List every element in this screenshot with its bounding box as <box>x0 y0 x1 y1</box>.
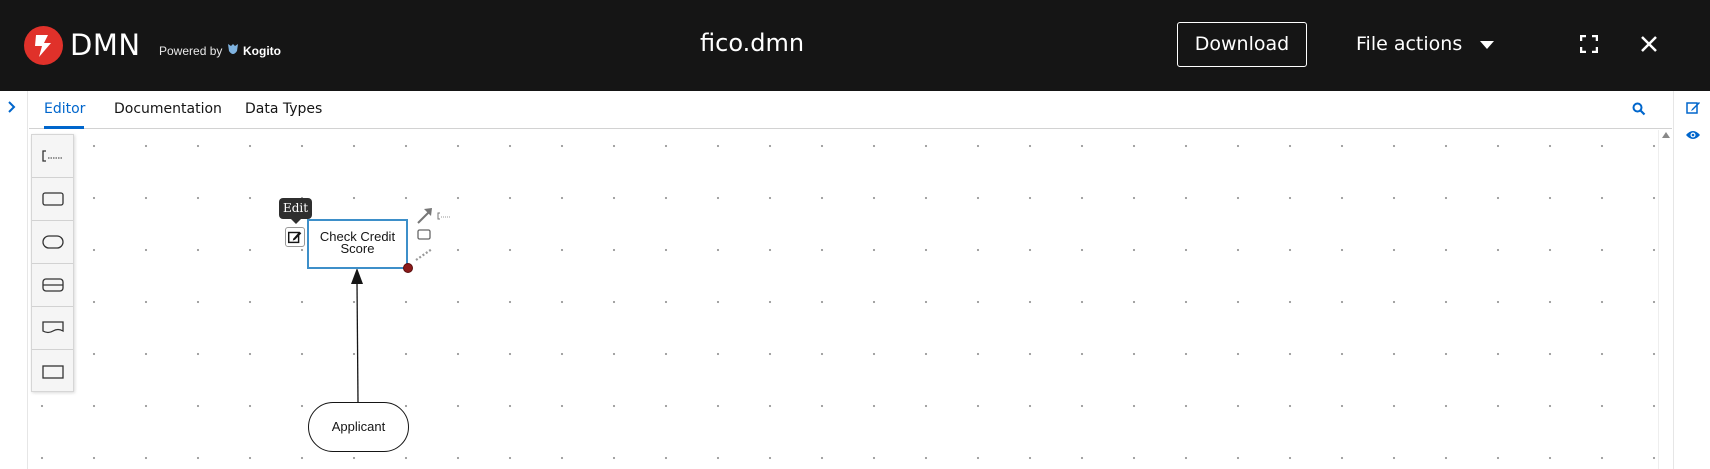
palette-text-annotation[interactable] <box>32 135 73 178</box>
decision-icon[interactable] <box>417 229 431 240</box>
shape-palette <box>31 134 74 392</box>
powered-by-text: Powered by <box>159 44 223 58</box>
input-data-node-applicant[interactable]: Applicant <box>308 402 409 452</box>
node-toolbox <box>415 208 451 261</box>
connect-arrow-icon[interactable] <box>417 208 432 224</box>
tab-documentation[interactable]: Documentation <box>114 101 222 117</box>
palette-business-knowledge-model[interactable] <box>32 264 73 307</box>
palette-input-data[interactable] <box>32 221 73 264</box>
file-actions-dropdown[interactable]: File actions <box>1356 33 1462 55</box>
properties-edit-icon[interactable] <box>1686 100 1701 115</box>
text-annotation-icon[interactable] <box>437 212 451 220</box>
decision-node-check-credit-score[interactable]: Check Credit Score <box>307 219 408 269</box>
search-icon[interactable] <box>1632 102 1646 116</box>
decision-label-line2: Score <box>340 241 375 256</box>
diagram-canvas[interactable] <box>29 130 1658 469</box>
close-icon[interactable] <box>1640 35 1658 53</box>
download-button[interactable]: Download <box>1177 22 1307 67</box>
edit-node-icon[interactable] <box>285 227 305 247</box>
text-annotation-icon <box>41 150 63 162</box>
preview-eye-icon[interactable] <box>1685 129 1701 141</box>
scroll-up-arrow-icon[interactable] <box>1662 132 1670 138</box>
chevron-right-icon[interactable] <box>7 101 17 113</box>
chevron-down-icon[interactable] <box>1480 41 1494 49</box>
vertical-scrollbar[interactable] <box>1658 130 1672 469</box>
fullscreen-icon[interactable] <box>1580 35 1598 53</box>
business-knowledge-model-icon <box>41 278 64 292</box>
decision-icon <box>41 192 64 206</box>
tab-editor[interactable]: Editor <box>44 101 85 117</box>
palette-knowledge-source[interactable] <box>32 307 73 350</box>
edit-tooltip: Edit <box>279 198 312 224</box>
knowledge-source-icon <box>41 321 64 334</box>
association-line-icon[interactable] <box>415 248 433 261</box>
palette-decision[interactable] <box>32 178 73 221</box>
palette-decision-service[interactable] <box>32 350 73 393</box>
decision-service-icon <box>41 364 64 379</box>
active-tab-indicator <box>44 126 84 129</box>
right-panel-strip <box>1673 91 1710 469</box>
kogito-logo-icon <box>228 44 238 54</box>
file-name[interactable]: fico.dmn <box>700 29 804 57</box>
left-panel-toggle-strip <box>0 91 28 469</box>
brand-name: DMN <box>70 28 141 62</box>
tab-data-types[interactable]: Data Types <box>245 101 322 117</box>
dmn-logo-icon <box>24 26 63 65</box>
input-data-icon <box>41 235 64 249</box>
app-header: DMN Powered by Kogito fico.dmn Download … <box>0 0 1710 91</box>
kogito-text: Kogito <box>243 44 281 58</box>
